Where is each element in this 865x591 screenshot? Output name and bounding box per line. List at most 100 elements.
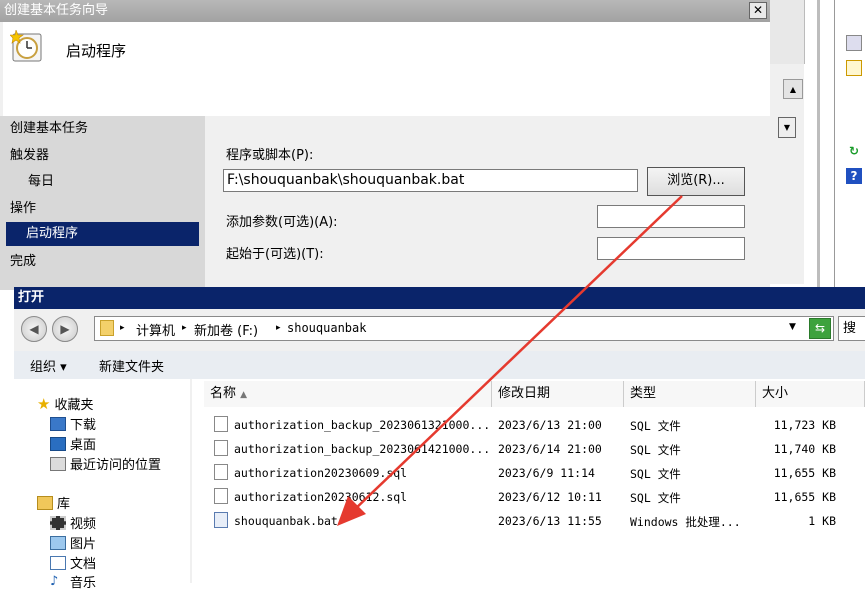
refresh-icon[interactable]: ↻: [846, 143, 862, 159]
star-icon: ★: [37, 394, 51, 413]
column-type[interactable]: 类型: [624, 381, 756, 407]
sort-ascending-icon: ▲: [240, 390, 248, 400]
back-arrow-icon[interactable]: ◀: [21, 316, 47, 342]
tree-libraries[interactable]: 库: [37, 493, 70, 512]
column-size[interactable]: 大小: [756, 381, 865, 407]
help-icon[interactable]: ?: [846, 168, 862, 184]
column-date[interactable]: 修改日期: [492, 381, 624, 407]
tree-videos-label: 视频: [70, 517, 97, 532]
nav-finish[interactable]: 完成: [10, 250, 36, 269]
browse-button[interactable]: 浏览(R)...: [647, 167, 745, 196]
close-button[interactable]: ✕: [749, 2, 767, 19]
tree-downloads[interactable]: 下载: [50, 414, 96, 433]
nav-action[interactable]: 操作: [10, 197, 36, 216]
sql-file-icon: [214, 440, 228, 456]
program-path-input[interactable]: F:\shouquanbak\shouquanbak.bat: [223, 169, 638, 192]
divider: [834, 0, 835, 290]
file-name: authorization20230609.sql: [234, 466, 408, 480]
file-type: SQL 文件: [630, 443, 681, 457]
refresh-icon[interactable]: ⇆: [809, 318, 831, 339]
file-name: authorization20230612.sql: [234, 490, 408, 504]
search-input[interactable]: 搜: [838, 316, 865, 341]
file-type: SQL 文件: [630, 419, 681, 433]
clock-icon: [10, 30, 42, 62]
breadcrumb-volume[interactable]: 新加卷 (F:): [194, 320, 258, 339]
scroll-up-button[interactable]: ▲: [783, 79, 803, 99]
recent-places-icon: [50, 456, 66, 471]
tree-pictures-label: 图片: [70, 537, 97, 552]
file-name: authorization_backup_2023061421000...: [234, 442, 491, 456]
file-size: 11,655 KB: [773, 466, 836, 480]
tree-pictures[interactable]: 图片: [50, 533, 96, 552]
folder-icon: [100, 320, 114, 336]
file-date: 2023/6/13 11:55: [498, 514, 602, 528]
nav-trigger[interactable]: 触发器: [10, 144, 49, 163]
export-icon[interactable]: [846, 60, 862, 76]
file-date: 2023/6/14 21:00: [498, 442, 602, 456]
file-date: 2023/6/12 10:11: [498, 490, 602, 504]
tree-videos[interactable]: 视频: [50, 513, 96, 532]
sql-file-icon: [214, 416, 228, 432]
tree-documents-label: 文档: [70, 557, 97, 572]
pictures-icon: [50, 535, 66, 550]
forward-arrow-icon[interactable]: ▶: [52, 316, 78, 342]
file-type: Windows 批处理...: [630, 515, 741, 529]
tree-libraries-label: 库: [57, 497, 71, 512]
nav-start-program[interactable]: 启动程序: [6, 222, 199, 246]
tree-downloads-label: 下载: [70, 418, 97, 433]
start-in-label: 起始于(可选)(T):: [226, 247, 324, 262]
start-in-input[interactable]: [597, 237, 745, 260]
file-type: SQL 文件: [630, 491, 681, 505]
documents-icon: [50, 555, 66, 570]
file-size: 11,740 KB: [773, 442, 836, 456]
tree-favorites[interactable]: ★ 收藏夹: [37, 394, 94, 414]
breadcrumb-folder[interactable]: shouquanbak: [287, 321, 366, 335]
new-folder-button[interactable]: 新建文件夹: [99, 356, 164, 375]
desktop-icon: [50, 436, 66, 451]
library-icon: [37, 495, 53, 510]
batch-file-icon: [214, 512, 228, 528]
tree-music[interactable]: ♪ 音乐: [50, 572, 96, 591]
tree-music-label: 音乐: [70, 576, 97, 591]
program-label: 程序或脚本(P):: [226, 148, 314, 163]
dialog-title: 打开: [14, 287, 865, 309]
file-name: authorization_backup_2023061321000...: [234, 418, 491, 432]
file-size: 1 KB: [808, 514, 836, 528]
address-dropdown-icon[interactable]: ▼: [789, 322, 796, 332]
background-panel: [770, 0, 805, 64]
organize-button[interactable]: 组织 ▾: [30, 356, 67, 375]
tree-recent-label: 最近访问的位置: [70, 458, 162, 473]
music-icon: ♪: [50, 573, 59, 589]
tree-favorites-label: 收藏夹: [54, 398, 94, 413]
wizard-header: [3, 22, 770, 116]
file-date: 2023/6/13 21:00: [498, 418, 602, 432]
tree-desktop-label: 桌面: [70, 438, 97, 453]
breadcrumb-chevron-icon[interactable]: ▸: [120, 323, 125, 333]
column-name-label: 名称: [210, 386, 237, 401]
tree-documents[interactable]: 文档: [50, 553, 96, 572]
sql-file-icon: [214, 464, 228, 480]
breadcrumb-computer[interactable]: 计算机: [136, 320, 175, 339]
dropdown-arrow-icon[interactable]: ▼: [778, 117, 796, 138]
nav-create-basic-task[interactable]: 创建基本任务: [10, 117, 88, 136]
step-title: 启动程序: [66, 42, 127, 60]
file-date: 2023/6/9 11:14: [498, 466, 595, 480]
tree-desktop[interactable]: 桌面: [50, 434, 96, 453]
file-size: 11,723 KB: [773, 418, 836, 432]
sql-file-icon: [214, 488, 228, 504]
file-size: 11,655 KB: [773, 490, 836, 504]
args-input[interactable]: [597, 205, 745, 228]
args-label: 添加参数(可选)(A):: [226, 215, 338, 230]
splitter[interactable]: [817, 0, 820, 290]
file-name: shouquanbak.bat: [234, 514, 338, 528]
breadcrumb-chevron-icon[interactable]: ▸: [182, 323, 187, 333]
wizard-title: 创建基本任务向导: [0, 0, 770, 22]
nav-daily[interactable]: 每日: [28, 170, 54, 189]
column-name[interactable]: 名称 ▲: [204, 381, 492, 407]
breadcrumb-chevron-icon[interactable]: ▸: [276, 323, 281, 333]
file-type: SQL 文件: [630, 467, 681, 481]
properties-icon[interactable]: [846, 35, 862, 51]
tree-recent[interactable]: 最近访问的位置: [50, 454, 161, 473]
video-icon: [50, 515, 66, 530]
downloads-folder-icon: [50, 416, 66, 431]
